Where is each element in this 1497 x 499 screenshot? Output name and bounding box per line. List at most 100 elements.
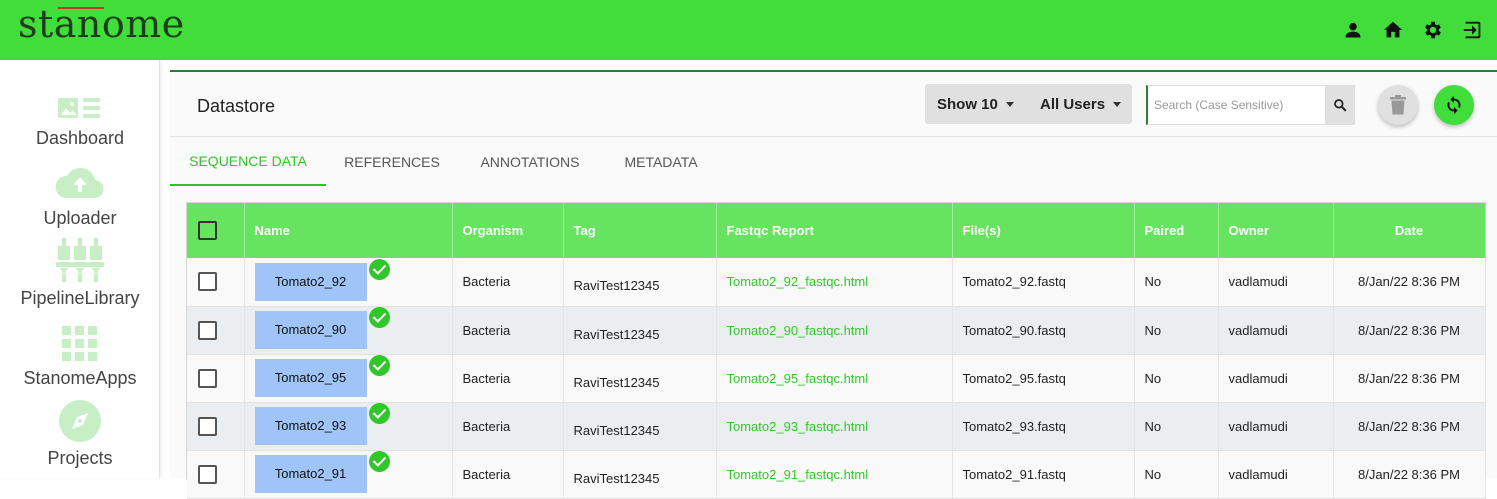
table-row[interactable]: Tomato2_91 Bacteria RaviTest12345 Tomato2_9… (187, 450, 1486, 498)
show-count-dropdown[interactable]: Show 10 (925, 84, 1025, 124)
home-icon[interactable] (1379, 16, 1407, 44)
user-icon[interactable] (1339, 16, 1367, 44)
paired-cell: No (1134, 402, 1219, 450)
sidebar-item-pipelinelibrary[interactable]: PipelineLibrary (0, 238, 160, 320)
search-input[interactable] (1148, 86, 1325, 124)
fastqc-report-link[interactable]: Tomato2_91_fastqc.html (716, 450, 953, 498)
tab-references[interactable]: REFERENCES (336, 138, 448, 186)
sample-name[interactable]: Tomato2_90 (254, 311, 367, 349)
table-row[interactable]: Tomato2_90 Bacteria RaviTest12345 Tomato2_9… (187, 306, 1486, 354)
refresh-button[interactable] (1434, 85, 1474, 125)
refresh-icon (1447, 95, 1461, 115)
organism-cell: Bacteria (452, 450, 564, 498)
sidebar-item-label: Uploader (43, 208, 117, 228)
sample-name[interactable]: Tomato2_92 (254, 262, 367, 301)
sample-name[interactable]: Tomato2_93 (254, 407, 367, 445)
table-row[interactable]: Tomato2_93 Bacteria RaviTest12345 Tomato2_9… (187, 402, 1486, 450)
sidebar-item-projects[interactable]: Projects (0, 400, 160, 480)
filter-group: Show 10 All Users (925, 84, 1132, 124)
row-select-cell (187, 402, 245, 450)
cloud-upload-icon (54, 160, 106, 202)
sidebar: Dashboard Uploader PipelineLibrary Stano… (0, 60, 160, 478)
tab-annotations[interactable]: ANNOTATIONS (470, 138, 590, 186)
row-select-cell (187, 306, 245, 354)
apps-grid-icon (62, 320, 98, 362)
tag-cell: RaviTest12345 (563, 306, 717, 354)
search-icon (1333, 99, 1346, 112)
organism-cell: Bacteria (452, 306, 564, 354)
tag-cell: RaviTest12345 (563, 402, 717, 450)
paired-cell: No (1134, 258, 1219, 306)
column-header-tag[interactable]: Tag (563, 203, 717, 258)
organism-cell: Bacteria (452, 258, 564, 306)
date-cell: 8/Jan/22 8:36 PM (1333, 258, 1486, 306)
tag-cell: RaviTest12345 (563, 258, 717, 306)
check-circle-icon (368, 451, 390, 472)
top-bar: stanome (0, 0, 1497, 60)
row-checkbox[interactable] (198, 416, 217, 436)
tab-sequence-data[interactable]: SEQUENCE DATA (170, 138, 326, 186)
column-header-organism[interactable]: Organism (452, 203, 564, 258)
row-checkbox[interactable] (198, 464, 217, 484)
files-cell: Tomato2_90.fastq (952, 306, 1135, 354)
date-cell: 8/Jan/22 8:36 PM (1333, 402, 1486, 450)
select-all-cell (187, 203, 245, 258)
owner-cell: vadlamudi (1218, 402, 1334, 450)
column-header-date[interactable]: Date (1333, 203, 1486, 258)
select-all-checkbox[interactable] (198, 221, 217, 240)
row-checkbox[interactable] (198, 272, 217, 292)
name-cell: Tomato2_92 (244, 258, 453, 306)
sidebar-item-label: PipelineLibrary (20, 288, 140, 308)
files-cell: Tomato2_92.fastq (952, 258, 1135, 306)
sample-name[interactable]: Tomato2_95 (254, 359, 367, 397)
date-cell: 8/Jan/22 8:36 PM (1333, 306, 1486, 354)
fastqc-report-link[interactable]: Tomato2_95_fastqc.html (716, 354, 953, 402)
sample-name[interactable]: Tomato2_91 (254, 455, 367, 493)
tab-metadata[interactable]: METADATA (614, 138, 708, 186)
row-checkbox[interactable] (198, 368, 217, 388)
tag-cell: RaviTest12345 (563, 450, 717, 498)
row-checkbox[interactable] (198, 320, 217, 340)
name-cell: Tomato2_93 (244, 402, 453, 450)
sidebar-item-uploader[interactable]: Uploader (0, 160, 160, 240)
panel-header: Datastore Show 10 All Users (170, 72, 1497, 137)
caret-down-icon (1113, 101, 1122, 107)
fastqc-report-link[interactable]: Tomato2_92_fastqc.html (716, 258, 953, 306)
gear-icon[interactable] (1419, 16, 1447, 44)
sidebar-item-label: Projects (47, 448, 113, 468)
fastqc-report-link[interactable]: Tomato2_90_fastqc.html (716, 306, 953, 354)
fastqc-report-link[interactable]: Tomato2_93_fastqc.html (716, 402, 953, 450)
name-cell: Tomato2_95 (244, 354, 453, 402)
logout-icon[interactable] (1459, 16, 1487, 44)
date-cell: 8/Jan/22 8:36 PM (1333, 450, 1486, 498)
check-circle-icon (368, 403, 390, 424)
table-row[interactable]: Tomato2_95 Bacteria RaviTest12345 Tomato2_9… (187, 354, 1486, 402)
sidebar-item-stanomeapps[interactable]: StanomeApps (0, 320, 160, 400)
check-circle-icon (368, 307, 390, 328)
column-header-owner[interactable]: Owner (1218, 203, 1334, 258)
users-filter-label: All Users (1040, 95, 1106, 113)
app-logo[interactable]: stanome (18, 2, 185, 46)
datastore-panel: Datastore Show 10 All Users SEQUENCE DAT… (170, 70, 1497, 498)
paired-cell: No (1134, 450, 1219, 498)
date-cell: 8/Jan/22 8:36 PM (1333, 354, 1486, 402)
sidebar-item-dashboard[interactable]: Dashboard (0, 80, 160, 160)
check-circle-icon (368, 258, 390, 280)
column-header-fastqc-report[interactable]: Fastqc Report (716, 203, 953, 258)
owner-cell: vadlamudi (1218, 354, 1334, 402)
files-cell: Tomato2_95.fastq (952, 354, 1135, 402)
users-filter-dropdown[interactable]: All Users (1025, 84, 1122, 124)
show-count-label: Show 10 (937, 95, 998, 113)
caret-down-icon (1005, 101, 1014, 107)
column-header-name[interactable]: Name (244, 203, 453, 258)
pipeline-icon (56, 238, 104, 282)
search-button[interactable] (1325, 86, 1354, 124)
table-row[interactable]: Tomato2_92 Bacteria RaviTest12345 Tomato2_9… (187, 258, 1486, 306)
top-icons (1339, 16, 1487, 44)
files-cell: Tomato2_91.fastq (952, 450, 1135, 498)
delete-button[interactable] (1378, 85, 1418, 125)
column-header-paired[interactable]: Paired (1134, 203, 1219, 258)
table-header-row: Name Organism Tag Fastqc Report File(s) … (187, 203, 1486, 258)
column-header-files[interactable]: File(s) (952, 203, 1135, 258)
owner-cell: vadlamudi (1218, 258, 1334, 306)
